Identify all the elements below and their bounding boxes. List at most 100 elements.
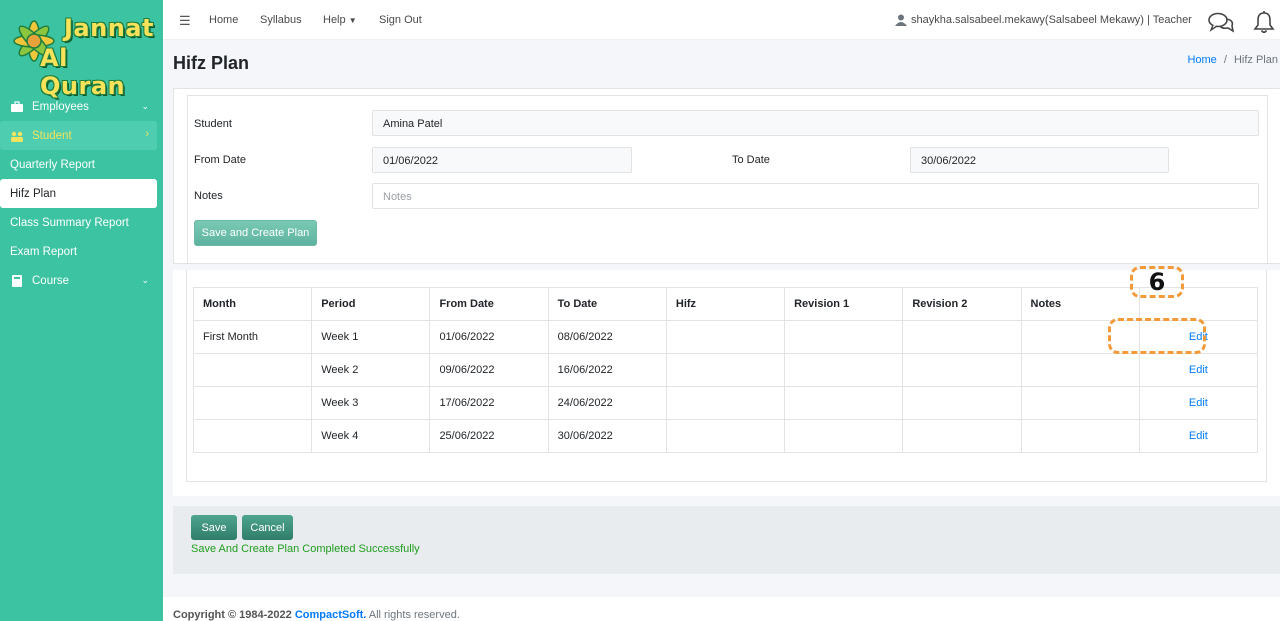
breadcrumb-current: Hifz Plan <box>1233 54 1278 66</box>
book-icon <box>12 274 22 287</box>
cell-to-date: 08/06/2022 <box>547 320 667 354</box>
from-date-field[interactable]: 01/06/2022 <box>372 147 632 173</box>
student-label: Student <box>194 118 232 130</box>
sidebar-item-label: Exam Report <box>10 245 78 258</box>
cell-revision-1 <box>784 353 904 387</box>
form-actions: Save Cancel Save And Create Plan Complet… <box>173 506 1280 574</box>
cell-revision-1 <box>784 386 904 420</box>
plan-form-card: Student Amina Patel From Date 01/06/2022… <box>173 88 1280 264</box>
top-navbar: ☰ Home Syllabus Help ▼ Sign Out shaykha.… <box>163 0 1280 40</box>
bell-icon[interactable] <box>1253 10 1275 34</box>
sidebar-nav: Employees ⌄ Student › Quarterly Report H… <box>0 92 163 295</box>
sidebar-item-exam-report[interactable]: Exam Report <box>0 237 157 266</box>
col-header-period: Period <box>311 287 431 321</box>
cell-hifz <box>665 419 786 453</box>
user-label: shaykha.salsabeel.mekawy(Salsabeel Mekaw… <box>911 14 1192 26</box>
cell-month <box>192 386 313 420</box>
rights-text: All rights reserved. <box>368 609 460 621</box>
cell-month <box>192 353 313 387</box>
caret-down-icon: ▼ <box>348 16 357 25</box>
briefcase-icon <box>11 100 23 112</box>
chat-icon[interactable] <box>1207 11 1235 33</box>
cell-revision-2 <box>902 353 1022 387</box>
logo[interactable]: Jannat Al Quran <box>4 4 154 100</box>
col-header-revision-1: Revision 1 <box>784 287 904 321</box>
edit-link[interactable]: Edit <box>1138 386 1259 420</box>
company-link[interactable]: CompactSoft. <box>295 609 367 621</box>
sidebar-item-hifz-plan[interactable]: Hifz Plan <box>0 179 157 208</box>
from-date-label: From Date <box>194 154 246 166</box>
sidebar-item-quarterly-report[interactable]: Quarterly Report <box>0 150 157 179</box>
sidebar-item-class-summary-report[interactable]: Class Summary Report <box>0 208 157 237</box>
col-header-to-date: To Date <box>547 287 667 321</box>
sidebar: Jannat Al Quran Employees ⌄ Student › Qu… <box>0 0 163 621</box>
table-row: First Month Week 1 01/06/2022 08/06/2022… <box>192 320 1259 354</box>
hamburger-menu-icon[interactable]: ☰ <box>179 13 191 29</box>
cell-notes <box>1020 419 1140 453</box>
step-number-annotation: 6 <box>1130 266 1184 298</box>
col-header-hifz: Hifz <box>665 287 786 321</box>
save-and-create-plan-button[interactable]: Save and Create Plan <box>194 220 317 246</box>
cell-from-date: 09/06/2022 <box>429 353 549 387</box>
cell-hifz <box>665 320 786 354</box>
to-date-field[interactable]: 30/06/2022 <box>910 147 1169 173</box>
sidebar-item-label: Quarterly Report <box>10 158 96 171</box>
cell-hifz <box>665 353 786 387</box>
notes-field[interactable]: Notes <box>372 183 1259 209</box>
cell-revision-1 <box>784 320 904 354</box>
nav-link-home[interactable]: Home <box>209 14 238 26</box>
edit-link[interactable]: Edit <box>1138 419 1259 453</box>
table-row: Week 2 09/06/2022 16/06/2022 Edit <box>192 353 1259 387</box>
cell-hifz <box>665 386 786 420</box>
notes-label: Notes <box>194 190 223 202</box>
breadcrumb-home-link[interactable]: Home <box>1187 54 1216 66</box>
edit-link[interactable]: Edit <box>1138 353 1259 387</box>
col-header-month: Month <box>192 287 313 321</box>
cell-period: Week 2 <box>311 353 431 387</box>
table-row: Week 3 17/06/2022 24/06/2022 Edit <box>192 386 1259 420</box>
cell-month <box>192 419 313 453</box>
cell-period: Week 1 <box>311 320 431 354</box>
cell-revision-2 <box>902 320 1022 354</box>
page-title: Hifz Plan <box>173 53 250 73</box>
edit-highlight-annotation <box>1108 318 1206 354</box>
plan-table-card: Month Period From Date To Date Hifz Revi… <box>173 270 1280 496</box>
cell-revision-2 <box>902 386 1022 420</box>
cell-notes <box>1020 386 1140 420</box>
sidebar-item-employees[interactable]: Employees ⌄ <box>0 92 157 121</box>
breadcrumb: Home / Hifz Plan <box>1187 54 1278 66</box>
cell-from-date: 25/06/2022 <box>429 419 549 453</box>
cell-notes <box>1020 353 1140 387</box>
cell-to-date: 16/06/2022 <box>547 353 667 387</box>
logo-text-jannat: Jannat <box>64 14 154 42</box>
student-group-icon <box>11 131 23 142</box>
copyright-text: Copyright © 1984-2022 <box>173 609 292 621</box>
cell-to-date: 30/06/2022 <box>547 419 667 453</box>
sidebar-item-student[interactable]: Student › <box>0 121 157 150</box>
student-field[interactable]: Amina Patel <box>372 110 1259 136</box>
breadcrumb-separator: / <box>1223 54 1227 66</box>
chevron-right-icon: › <box>145 128 149 140</box>
sidebar-item-label: Class Summary Report <box>10 216 129 229</box>
to-date-label: To Date <box>732 154 770 166</box>
hifz-plan-table: Month Period From Date To Date Hifz Revi… <box>192 287 1259 453</box>
cell-revision-1 <box>784 419 904 453</box>
sidebar-item-label: Student <box>32 129 72 142</box>
cell-from-date: 01/06/2022 <box>429 320 549 354</box>
nav-link-help[interactable]: Help ▼ <box>323 14 357 26</box>
chevron-down-icon: ⌄ <box>141 101 149 111</box>
cell-period: Week 4 <box>311 419 431 453</box>
user-menu[interactable]: shaykha.salsabeel.mekawy(Salsabeel Mekaw… <box>895 14 1192 26</box>
cell-from-date: 17/06/2022 <box>429 386 549 420</box>
cell-revision-2 <box>902 419 1022 453</box>
cancel-button[interactable]: Cancel <box>242 515 293 540</box>
sidebar-item-course[interactable]: Course ⌄ <box>0 266 157 295</box>
col-header-revision-2: Revision 2 <box>902 287 1022 321</box>
col-header-from-date: From Date <box>429 287 549 321</box>
success-message: Save And Create Plan Completed Successfu… <box>191 543 420 555</box>
cell-month: First Month <box>192 320 313 354</box>
nav-link-syllabus[interactable]: Syllabus <box>260 14 302 26</box>
save-button[interactable]: Save <box>191 515 237 540</box>
footer-text: Copyright © 1984-2022 CompactSoft. All r… <box>173 609 460 621</box>
nav-link-sign-out[interactable]: Sign Out <box>379 14 422 26</box>
